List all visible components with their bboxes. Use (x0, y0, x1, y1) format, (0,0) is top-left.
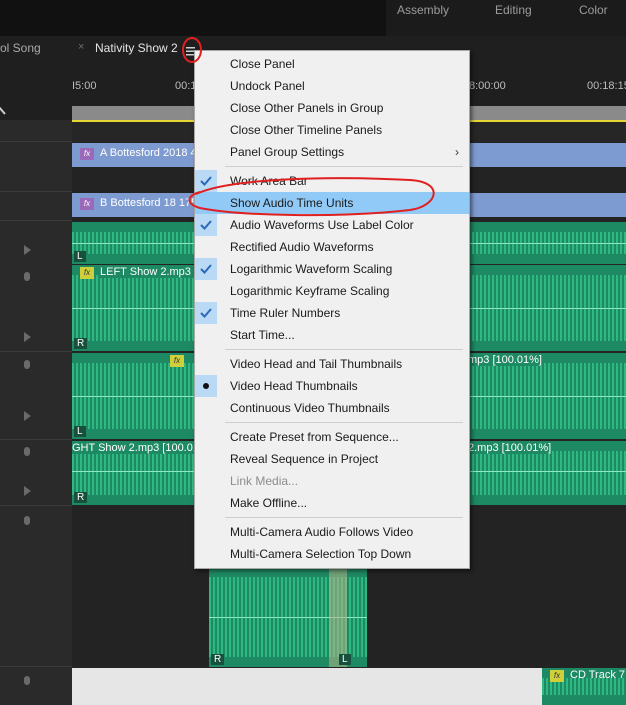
annotation-overlay (182, 37, 435, 217)
annotation-circle-menu-icon (182, 37, 202, 63)
annotation-circle-menu-item (188, 177, 435, 217)
